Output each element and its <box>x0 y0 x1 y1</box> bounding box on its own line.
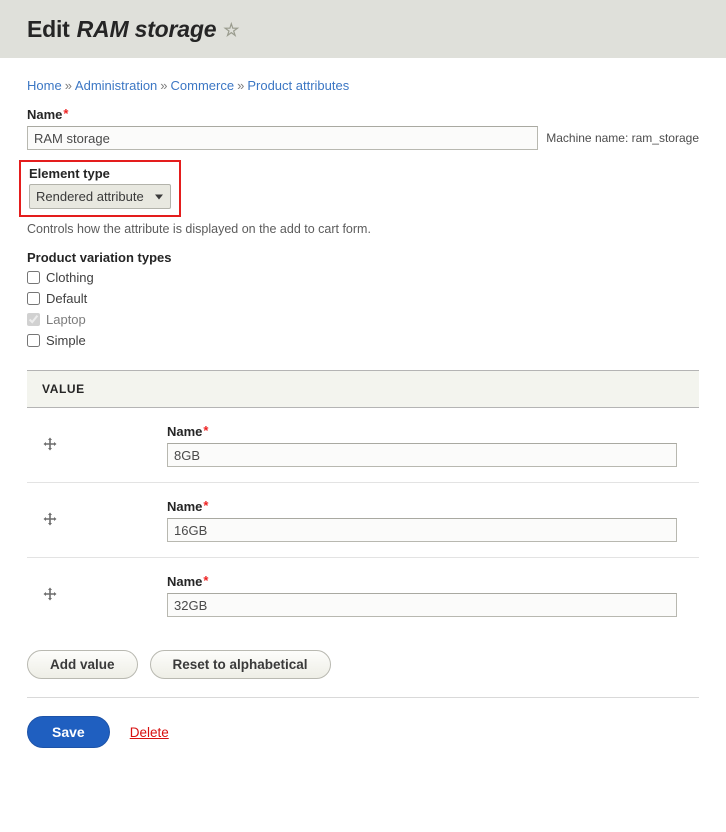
breadcrumb-separator: » <box>160 78 168 93</box>
checkbox-label-simple: Simple <box>46 333 86 348</box>
table-row: Name* <box>27 408 699 483</box>
checkbox-label-default: Default <box>46 291 88 306</box>
name-input[interactable] <box>27 126 539 150</box>
table-row: Name* <box>27 483 699 558</box>
form-actions: Save Delete <box>27 697 699 748</box>
breadcrumb-item-home[interactable]: Home <box>27 78 62 93</box>
value-name-input[interactable] <box>167 518 677 542</box>
name-form-item: Name* Machine name: ram_storage <box>27 107 699 150</box>
delete-link[interactable]: Delete <box>130 725 169 740</box>
page-header: Edit RAM storage ☆ <box>0 0 726 58</box>
name-label-text: Name <box>27 107 63 122</box>
drag-move-icon[interactable] <box>43 587 57 604</box>
breadcrumb-separator: » <box>237 78 245 93</box>
drag-move-icon[interactable] <box>43 512 57 529</box>
element-type-select[interactable]: Rendered attribute <box>29 184 171 209</box>
drag-cell <box>27 512 167 529</box>
checkbox-row-simple[interactable]: Simple <box>27 333 699 348</box>
drag-move-icon[interactable] <box>43 437 57 454</box>
name-field-row: Machine name: ram_storage <box>27 126 699 150</box>
element-type-select-wrap: Rendered attribute <box>29 184 171 209</box>
column-header-value: VALUE <box>42 382 85 396</box>
name-field-label: Name* <box>27 107 699 122</box>
checkbox-row-default[interactable]: Default <box>27 291 699 306</box>
element-type-label: Element type <box>29 166 110 181</box>
breadcrumb-separator: » <box>64 78 72 93</box>
required-marker: * <box>203 498 209 513</box>
value-name-label-text: Name <box>167 424 203 439</box>
values-table: VALUE Name* 8GB Name* 16GB Name* 32GB <box>27 370 699 632</box>
breadcrumb-item-product-attributes[interactable]: Product attributes <box>247 78 349 93</box>
checkbox-default[interactable] <box>27 292 40 305</box>
value-fields: Name* <box>167 574 699 617</box>
page-title: Edit RAM storage ☆ <box>27 16 239 43</box>
star-outline-icon[interactable]: ☆ <box>223 21 239 39</box>
drag-cell <box>27 437 167 454</box>
table-row: Name* <box>27 558 699 632</box>
value-actions-row: Add value Reset to alphabetical <box>27 650 699 679</box>
checkbox-label-clothing: Clothing <box>46 270 94 285</box>
checkbox-row-laptop: Laptop <box>27 312 699 327</box>
variation-types-label: Product variation types <box>27 250 172 265</box>
page-title-prefix: Edit <box>27 15 70 42</box>
value-name-input[interactable] <box>167 443 677 467</box>
page-title-entity: RAM storage <box>76 15 217 42</box>
save-button[interactable]: Save <box>27 716 110 748</box>
required-marker: * <box>203 423 209 438</box>
value-name-label: Name* <box>167 499 699 514</box>
checkbox-simple[interactable] <box>27 334 40 347</box>
checkbox-label-laptop: Laptop <box>46 312 86 327</box>
machine-name-label: Machine name: ram_storage <box>546 131 699 145</box>
breadcrumb-item-commerce[interactable]: Commerce <box>171 78 235 93</box>
value-name-label-text: Name <box>167 499 203 514</box>
checkbox-clothing[interactable] <box>27 271 40 284</box>
element-type-highlight-box: Element type Rendered attribute <box>19 160 181 217</box>
breadcrumb-item-administration[interactable]: Administration <box>75 78 157 93</box>
value-fields: Name* <box>167 424 699 467</box>
value-fields: Name* <box>167 499 699 542</box>
required-marker: * <box>203 573 209 588</box>
required-marker: * <box>63 106 69 121</box>
breadcrumb: Home» Administration» Commerce» Product att… <box>27 78 699 93</box>
checkbox-row-clothing[interactable]: Clothing <box>27 270 699 285</box>
checkbox-laptop <box>27 313 40 326</box>
element-type-description: Controls how the attribute is displayed … <box>27 222 371 236</box>
values-table-header: VALUE <box>27 371 699 408</box>
value-name-label-text: Name <box>167 574 203 589</box>
value-name-label: Name* <box>167 424 699 439</box>
add-value-button[interactable]: Add value <box>27 650 138 679</box>
value-name-label: Name* <box>167 574 699 589</box>
reset-to-alphabetical-button[interactable]: Reset to alphabetical <box>149 650 331 679</box>
drag-cell <box>27 587 167 604</box>
page-content: Home» Administration» Commerce» Product att… <box>0 78 726 748</box>
value-name-input[interactable] <box>167 593 677 617</box>
